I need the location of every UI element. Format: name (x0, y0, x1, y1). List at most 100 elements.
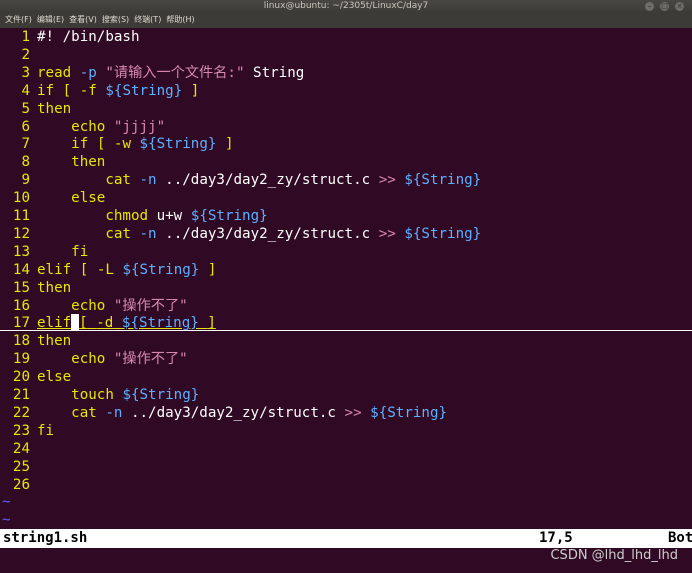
code-text: fi (37, 423, 54, 439)
code-token: elif (37, 315, 72, 332)
code-token: ${String} (105, 82, 183, 99)
line-number: 4 (21, 82, 30, 99)
line-number: 23 (12, 422, 30, 439)
code-token: -f (79, 82, 97, 99)
code-token: ] (207, 315, 216, 332)
code-token: cat (105, 225, 131, 242)
code-line: 3 read -p "请输入一个文件名:" String (0, 64, 304, 82)
empty-buffer-line: ~ (2, 494, 11, 511)
line-number: 2 (21, 46, 30, 63)
line-number: 7 (21, 136, 30, 153)
cursorline-rule (0, 330, 692, 331)
code-line: 23 fi (0, 422, 54, 440)
code-token: ../day3/day2_zy/struct.c (156, 225, 379, 242)
code-token: ../day3/day2_zy/struct.c (156, 172, 379, 189)
code-line: 9 cat -n ../day3/day2_zy/struct.c >> ${S… (0, 171, 481, 189)
line-number: 9 (21, 172, 30, 189)
code-token: if (71, 136, 89, 153)
code-line: 16 echo "操作不了" (0, 297, 188, 315)
line-number: 3 (21, 64, 30, 81)
code-token: "jjjj" (113, 118, 166, 135)
line-number: 24 (12, 440, 30, 457)
line-number: 22 (12, 404, 30, 421)
code-token: ${String} (139, 136, 217, 153)
code-text: elif [ -L ${String} ] (37, 262, 216, 278)
code-text: then (37, 154, 105, 170)
code-token: ../day3/day2_zy/struct.c (122, 404, 345, 421)
code-line: 1 #! /bin/bash (0, 28, 139, 46)
code-token: then (71, 154, 106, 171)
line-number: 13 (12, 243, 30, 260)
code-line: 26 (0, 476, 37, 494)
code-line: 14 elif [ -L ${String} ] (0, 261, 217, 279)
code-line: 22 cat -n ../day3/day2_zy/struct.c >> ${… (0, 404, 447, 422)
code-line: 12 cat -n ../day3/day2_zy/struct.c >> ${… (0, 225, 481, 243)
code-token: chmod (105, 208, 149, 224)
close-icon[interactable]: × (675, 1, 684, 11)
code-token: ${String} (404, 225, 482, 242)
code-token: ] (207, 261, 217, 278)
code-token: cat (71, 404, 97, 421)
minimize-icon[interactable]: – (645, 1, 654, 11)
code-token: [ (79, 315, 88, 332)
menu-item[interactable]: 查看(V) (69, 12, 97, 28)
code-text: echo "操作不了" (37, 298, 188, 314)
code-token: else (71, 190, 106, 207)
code-line: 25 (0, 458, 37, 476)
code-token: -L (96, 261, 114, 278)
menu-item[interactable]: 搜索(S) (102, 12, 129, 28)
line-number: 10 (12, 190, 30, 207)
code-text: cat -n ../day3/day2_zy/struct.c >> ${Str… (37, 226, 481, 242)
code-token: then (37, 100, 72, 117)
code-text: then (37, 101, 71, 117)
code-token: echo (71, 351, 106, 368)
status-filename: string1.sh (3, 530, 88, 546)
code-line: 21 touch ${String} (0, 386, 199, 404)
code-token: -p (79, 64, 97, 81)
code-text: echo "操作不了" (37, 351, 188, 367)
menu-item[interactable]: 帮助(H) (166, 12, 194, 28)
code-token: [ (62, 82, 72, 99)
code-text: then (37, 333, 71, 349)
code-token: then (37, 279, 72, 296)
code-text: else (37, 190, 105, 206)
code-token: cat (105, 172, 131, 189)
code-text: cat -n ../day3/day2_zy/struct.c >> ${Str… (37, 405, 447, 421)
vim-editor[interactable]: 1 #! /bin/bash 2 3 read -p "请输入一个文件名:" Strin… (0, 28, 692, 529)
line-number: 16 (12, 297, 30, 314)
code-token: elif (37, 261, 72, 278)
code-token: echo (71, 297, 106, 314)
code-token: -n (139, 172, 157, 189)
code-token: ${String} (404, 172, 482, 189)
menu-item[interactable]: 文件(F) (5, 12, 32, 28)
window-controls: – □ × (645, 0, 684, 12)
code-token: -n (105, 404, 123, 421)
code-token: ${String} (121, 315, 199, 332)
code-token: if (37, 82, 55, 99)
code-token: ${String} (370, 404, 448, 421)
code-token: fi (37, 422, 55, 439)
code-token: String (244, 64, 305, 81)
code-line: 18 then (0, 332, 71, 350)
maximize-icon[interactable]: □ (660, 1, 669, 11)
line-number: 25 (12, 458, 30, 475)
menu-item[interactable]: 编辑(E) (37, 12, 64, 28)
menu-item[interactable]: 终端(T) (134, 12, 161, 28)
code-line: 13 fi (0, 243, 88, 261)
code-text: read -p "请输入一个文件名:" String (37, 65, 304, 81)
code-line: 19 echo "操作不了" (0, 350, 188, 368)
line-number: 18 (12, 333, 30, 350)
